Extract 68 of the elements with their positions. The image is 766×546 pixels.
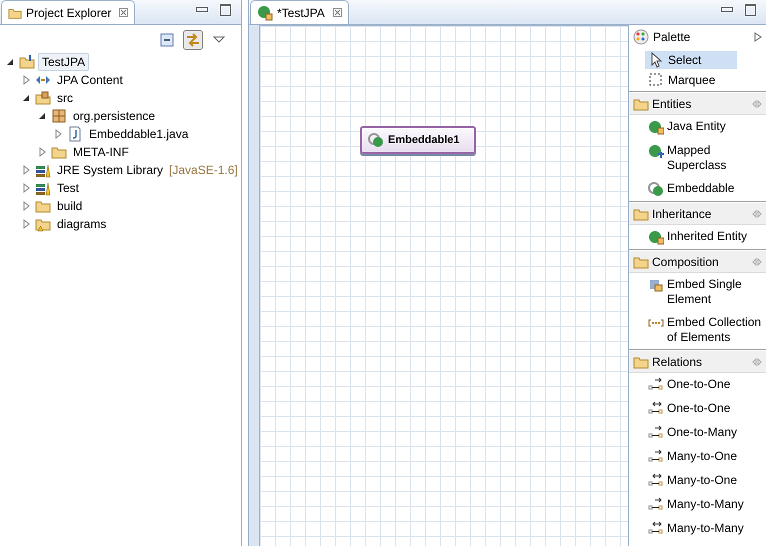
books-icon	[35, 162, 51, 178]
palette-item[interactable]: One-to-Many	[629, 421, 766, 445]
drawer-header[interactable]: Relations	[629, 350, 766, 373]
drawer-title: Relations	[652, 354, 704, 368]
folder-icon	[633, 96, 649, 110]
tree-item[interactable]: src	[54, 90, 76, 106]
java-file-icon	[67, 126, 83, 142]
palette-item[interactable]: One-to-One	[629, 373, 766, 397]
maximize-button[interactable]	[745, 4, 756, 16]
maximize-button[interactable]	[220, 4, 231, 16]
palette-item[interactable]: Inherited Entity	[629, 225, 766, 249]
palette-item[interactable]: Many-to-One	[629, 445, 766, 469]
entity-icon	[648, 143, 664, 159]
drawer-header[interactable]: Composition	[629, 250, 766, 273]
tree-item[interactable]: Test	[54, 180, 82, 196]
palette-item[interactable]: Many-to-Many	[629, 493, 766, 517]
palette-title: Palette	[653, 30, 692, 44]
folder-icon	[633, 254, 649, 268]
tree-item[interactable]: org.persistence	[70, 108, 158, 124]
palette-item[interactable]: Embeddable	[629, 177, 766, 201]
entity-name: Embeddable1	[388, 134, 460, 146]
embeddable-icon	[368, 132, 384, 148]
palette-item[interactable]: Java Entity	[629, 115, 766, 139]
editor-tab[interactable]: *TestJPA	[250, 0, 349, 24]
entity-node[interactable]: Embeddable1	[360, 126, 476, 154]
tree-item[interactable]: TestJPA	[38, 53, 90, 71]
palette-item[interactable]: Mapped Superclass	[629, 139, 766, 177]
minimize-button[interactable]	[721, 7, 733, 12]
palette-item[interactable]: Many-to-Many	[629, 517, 766, 541]
palette-tool[interactable]: Marquee	[645, 71, 737, 89]
entity-icon	[648, 119, 664, 135]
drawer-title: Composition	[652, 254, 720, 268]
tree-item[interactable]: JPA Content	[54, 72, 126, 88]
view-menu-icon[interactable]	[213, 36, 225, 44]
diagram-icon	[257, 4, 273, 20]
package-icon	[51, 108, 67, 124]
folder-icon	[633, 206, 649, 220]
palette-icon	[633, 29, 649, 45]
view-tab[interactable]: Project Explorer	[1, 0, 136, 24]
tree-item-decoration: [JavaSE-1.6]	[169, 163, 238, 177]
palette-tool[interactable]: Select	[645, 51, 737, 69]
marquee-icon	[648, 72, 664, 88]
tree-item[interactable]: build	[54, 198, 86, 214]
palette-item[interactable]: Embed Collection of Elements	[629, 311, 766, 349]
embed-icon	[648, 277, 664, 293]
tree-item[interactable]: JRE System Library	[54, 162, 166, 178]
palette-item[interactable]: Many-to-One	[629, 469, 766, 493]
drawer-title: Entities	[652, 96, 692, 110]
drawer-header[interactable]: Entities	[629, 92, 766, 115]
close-icon[interactable]	[332, 8, 342, 17]
link-editor-button[interactable]	[183, 30, 203, 50]
diagram-canvas[interactable]: Embeddable1	[259, 25, 628, 546]
package-folder-icon	[35, 90, 51, 106]
palette-item[interactable]: Embed Single Element	[629, 273, 766, 311]
drawer-header[interactable]: Inheritance	[629, 202, 766, 225]
tree-item[interactable]: Embeddable1.java	[86, 126, 192, 142]
books-icon	[35, 180, 51, 196]
project-folder-icon	[19, 54, 35, 70]
palette-item[interactable]: One-to-One	[629, 397, 766, 421]
embeddable-icon	[648, 181, 664, 197]
close-icon[interactable]	[119, 8, 128, 17]
folder-icon	[633, 354, 649, 368]
minimize-button[interactable]	[196, 7, 208, 12]
collapse-palette-icon[interactable]	[754, 32, 762, 42]
tree-item[interactable]: META-INF	[70, 144, 132, 160]
entity-icon	[648, 229, 664, 245]
tree-item[interactable]: diagrams	[54, 216, 110, 232]
drawer-title: Inheritance	[652, 206, 712, 220]
